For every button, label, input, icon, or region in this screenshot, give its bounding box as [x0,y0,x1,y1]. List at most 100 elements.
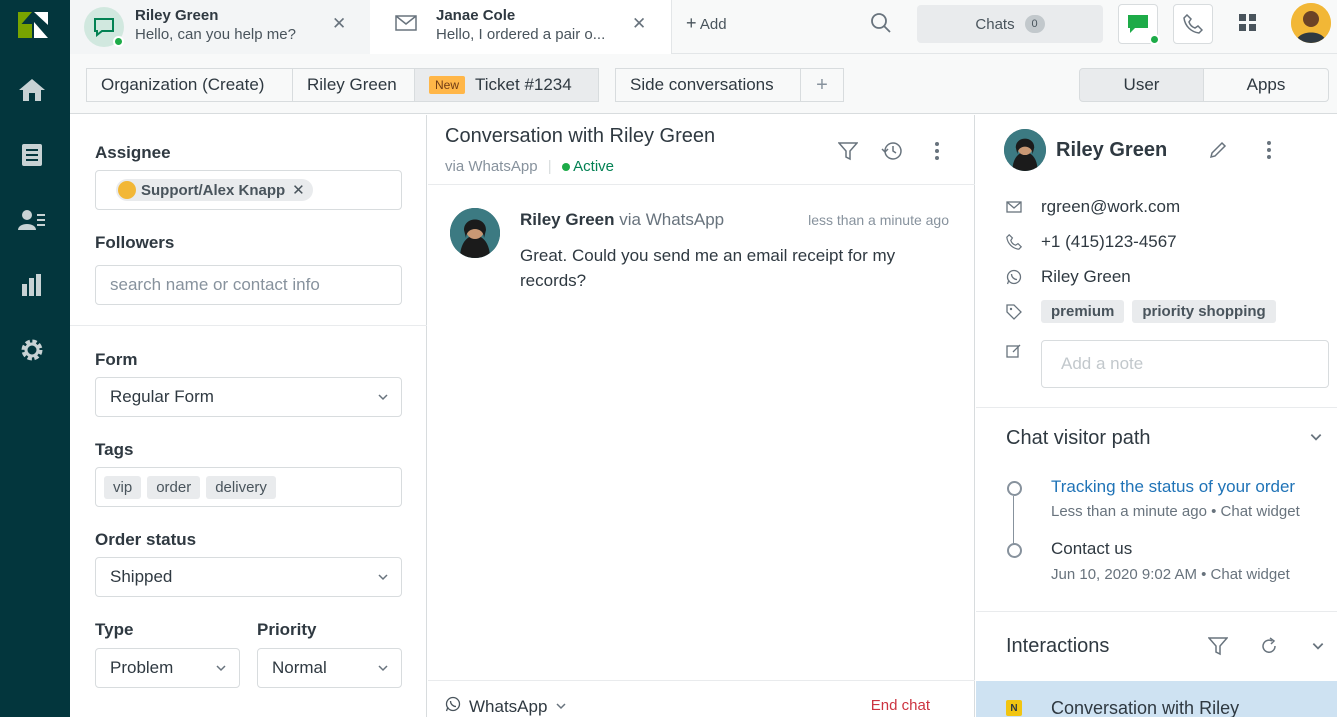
visitor-path-title: Chat visitor path [1006,427,1151,449]
message-timestamp: less than a minute ago [808,212,949,228]
chats-button[interactable]: Chats 0 [917,5,1103,43]
customer-tag[interactable]: premium [1041,300,1125,323]
channel-label: WhatsApp [469,696,548,716]
customer-tag[interactable]: priority shopping [1132,300,1276,323]
followers-input[interactable]: search name or contact info [95,265,402,305]
customer-phone[interactable]: +1 (415)123-4567 [1041,232,1177,252]
agent-avatar[interactable] [1291,3,1331,43]
customers-icon[interactable] [18,206,46,234]
interactions-title: Interactions [1006,635,1110,657]
conversation-channel: via WhatsApp [445,158,538,175]
visitor-path-item: Contact us [1051,539,1133,558]
channel-switcher[interactable]: WhatsApp [445,696,567,717]
edit-icon[interactable] [1208,140,1228,165]
visitor-path-link[interactable]: Tracking the status of your order [1051,477,1295,497]
conversation-status: Active [573,158,614,175]
assignee-field[interactable]: Support/Alex Knapp ✕ [95,170,402,210]
home-icon[interactable] [18,76,46,104]
tab-janae-cole[interactable]: Janae Cole Hello, I ordered a pair o... … [370,0,672,54]
more-options-icon[interactable] [934,141,940,166]
type-label: Type [95,620,134,639]
note-icon [1006,343,1022,364]
ticket-properties-panel: Assignee Support/Alex Knapp ✕ Followers … [70,115,427,717]
filter-icon[interactable] [837,141,859,166]
views-icon[interactable] [18,141,46,169]
reporting-icon[interactable] [18,271,46,299]
order-status-label: Order status [95,530,197,549]
plus-icon: + [686,13,697,33]
customer-context-panel: Riley Green rgreen@work.com +1 (415)123-… [976,115,1337,717]
customer-avatar [450,208,500,258]
priority-label: Priority [257,620,317,639]
add-tab-label: Add [699,16,727,33]
order-status-value: Shipped [110,567,173,586]
chat-status-button[interactable] [1118,4,1160,45]
history-icon[interactable] [881,140,903,167]
customer-email[interactable]: rgreen@work.com [1041,197,1180,217]
whatsapp-icon [445,696,461,717]
online-indicator [113,36,124,47]
user-context-tab[interactable]: User [1079,68,1204,102]
agent-workspace: Riley Green Hello, can you help me? ✕ Ja… [0,0,1337,717]
form-select[interactable]: Regular Form [95,377,402,417]
more-options-icon[interactable] [1266,140,1272,165]
tab-name: Riley Green [135,7,219,24]
message-sender: Riley Green via WhatsApp [520,210,724,230]
filter-icon[interactable] [1207,636,1229,661]
form-value: Regular Form [110,387,214,406]
tags-field[interactable]: vip order delivery [95,467,402,507]
type-select[interactable]: Problem [95,648,240,688]
message-text: Great. Could you send me an email receip… [520,246,896,290]
refresh-icon[interactable] [1259,636,1279,661]
whatsapp-icon [1004,269,1024,285]
breadcrumb-user[interactable]: Riley Green [292,68,415,102]
composer-footer: WhatsApp End chat [428,680,975,717]
close-icon[interactable]: ✕ [332,14,346,34]
email-icon [395,15,417,36]
add-note-input[interactable]: Add a note [1041,340,1329,388]
tag-chip[interactable]: vip [104,475,142,499]
ticket-id: Ticket #1234 [475,75,572,94]
close-icon[interactable]: ✕ [632,14,646,34]
phone-icon [1183,14,1203,34]
tag-chip[interactable]: order [147,475,201,499]
breadcrumb-ticket[interactable]: New Ticket #1234 [414,68,599,102]
interaction-item[interactable]: N Conversation with Riley [976,681,1337,717]
chevron-down-icon[interactable] [1311,639,1325,658]
apps-context-tab[interactable]: Apps [1203,68,1329,102]
add-tab-button[interactable]: + Add [686,13,727,34]
chats-count-badge: 0 [1024,15,1045,33]
side-conversations-button[interactable]: Side conversations [615,68,801,102]
settings-icon[interactable] [18,336,46,364]
tag-icon [1004,303,1024,320]
tab-bar: Riley Green Hello, can you help me? ✕ Ja… [70,0,1337,54]
chevron-down-icon [377,568,389,588]
tag-chip[interactable]: delivery [206,475,276,499]
zendesk-logo-icon[interactable] [18,12,50,38]
assignee-chip: Support/Alex Knapp ✕ [116,179,313,201]
add-side-conversation-button[interactable]: + [800,68,844,102]
priority-select[interactable]: Normal [257,648,402,688]
new-badge: N [1006,700,1022,716]
chevron-down-icon[interactable] [1309,430,1323,449]
sender-name: Riley Green [520,210,615,229]
tab-riley-green[interactable]: Riley Green Hello, can you help me? ✕ [70,0,370,54]
apps-grid-icon[interactable] [1238,13,1258,38]
breadcrumb-organization[interactable]: Organization (Create) [86,68,293,102]
tags-label: Tags [95,440,134,459]
sender-channel: via WhatsApp [619,210,725,229]
customer-whatsapp: Riley Green [1041,267,1131,286]
visitor-path-meta: Jun 10, 2020 9:02 AM • Chat widget [1051,566,1290,583]
end-chat-button[interactable]: End chat [871,697,930,714]
search-icon[interactable] [870,12,892,39]
remove-assignee-icon[interactable]: ✕ [292,181,305,199]
priority-value: Normal [272,658,327,677]
chevron-down-icon [377,388,389,408]
assignee-avatar [118,181,136,199]
order-status-select[interactable]: Shipped [95,557,402,597]
customer-whatsapp-row: Riley Green [1004,267,1131,287]
customer-name: Riley Green [1056,139,1168,161]
type-value: Problem [110,658,174,677]
conversation-title: Conversation with Riley Green [445,125,716,147]
phone-button[interactable] [1173,4,1213,44]
